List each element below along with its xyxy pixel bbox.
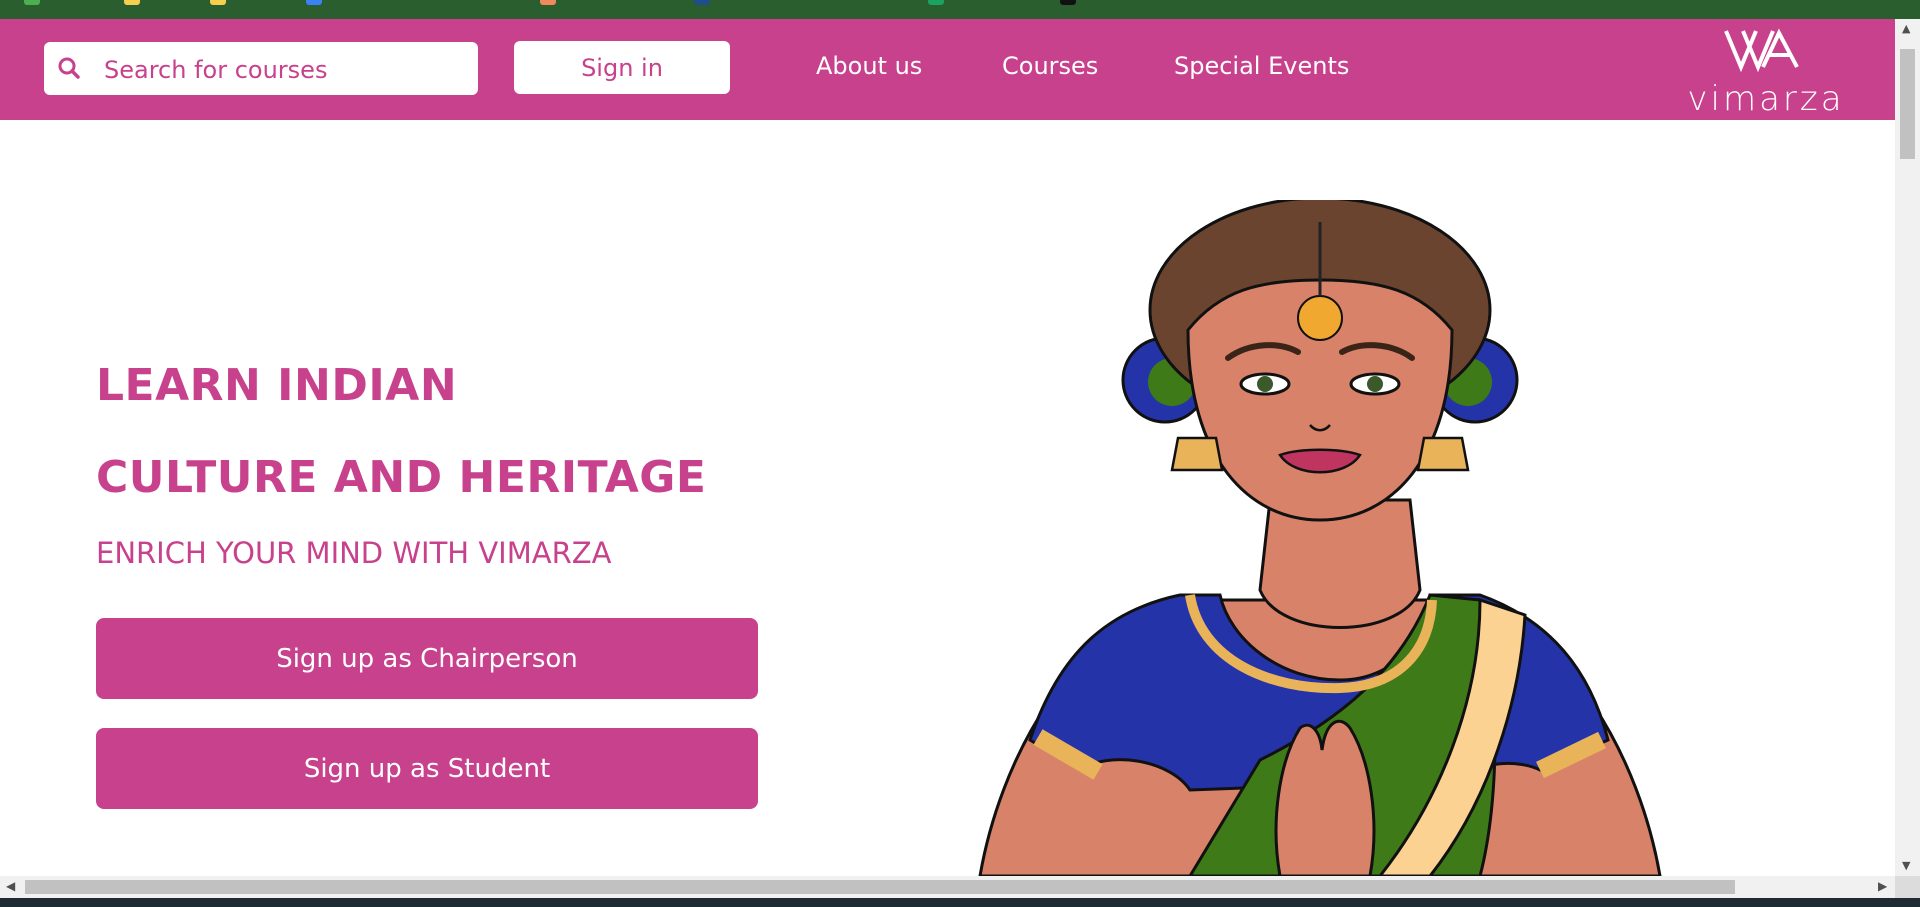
scroll-down-arrow-icon[interactable]: ▼ [1902,859,1910,872]
illustration-hands [1274,719,1376,876]
bookmark-icon[interactable] [306,0,322,5]
hero-title-line2: CULTURE AND HERITAGE [96,452,707,503]
illustration-maang-tikka [1297,295,1343,341]
vertical-scroll-thumb[interactable] [1900,49,1915,159]
vimarza-logo[interactable]: vimarza [1686,23,1846,119]
bookmark-icon[interactable] [928,0,944,5]
taskbar-strip [0,898,1920,907]
site-header: Sign in About us Courses Special Events … [0,19,1895,120]
nav-special-events[interactable]: Special Events [1174,52,1349,80]
signup-student-button[interactable]: Sign up as Student [96,728,758,809]
vertical-scrollbar[interactable]: ▲ ▼ [1895,19,1920,876]
sign-in-button[interactable]: Sign in [514,41,730,94]
bookmark-icon[interactable] [210,0,226,5]
search-bar [44,42,478,97]
logo-mark-icon [1724,28,1799,73]
nav-about-us[interactable]: About us [816,52,922,80]
search-icon[interactable] [56,55,82,81]
illustration-earring-left [1170,436,1224,472]
horizontal-scrollbar[interactable]: ◀ ▶ [0,876,1895,898]
bookmark-icon[interactable] [1060,0,1076,5]
scroll-right-arrow-icon[interactable]: ▶ [1878,879,1887,893]
bookmark-icon[interactable] [540,0,556,5]
scrollbar-corner [1895,876,1920,898]
bookmark-icon[interactable] [124,0,140,5]
hero-subtitle: ENRICH YOUR MIND WITH VIMARZA [96,536,612,570]
signup-chairperson-button[interactable]: Sign up as Chairperson [96,618,758,699]
illustration-earring-right [1416,436,1470,472]
horizontal-scroll-thumb[interactable] [25,880,1735,894]
nav-courses[interactable]: Courses [1002,52,1098,80]
search-input[interactable] [102,42,466,97]
bookmark-icon[interactable] [694,0,710,5]
scroll-up-arrow-icon[interactable]: ▲ [1902,22,1910,35]
bookmarks-bar [0,0,1920,19]
woman-namaste-illustration [978,200,1662,876]
bookmark-icon[interactable] [24,0,40,5]
hero-title-line1: LEARN INDIAN [96,360,458,411]
scroll-left-arrow-icon[interactable]: ◀ [6,879,15,893]
logo-wordmark: vimarza [1687,79,1845,119]
